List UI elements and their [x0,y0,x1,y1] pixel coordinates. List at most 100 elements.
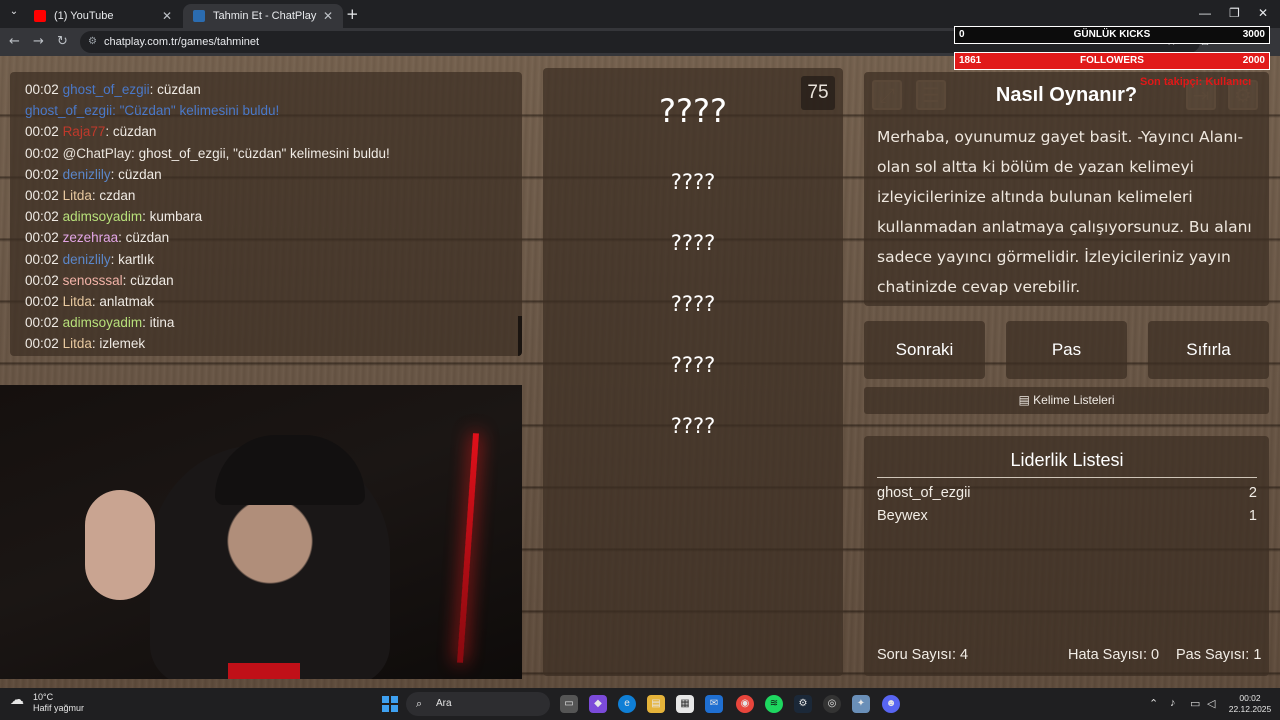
spotify-icon[interactable]: ≋ [765,695,783,713]
file-explorer-icon[interactable]: ▤ [647,695,665,713]
player-name: Beywex [877,508,928,524]
clock[interactable]: 00:02 22.12.2025 [1226,693,1274,715]
window-close-icon[interactable]: ✕ [1258,6,1268,20]
chat-message: 00:02 Raja77: cüzdan [25,124,507,145]
reload-icon[interactable]: ↻ [57,34,68,49]
obs-icon[interactable]: ◎ [823,695,841,713]
weather-temp: 10°C [33,692,54,702]
discord-icon[interactable]: ☻ [882,695,900,713]
back-icon[interactable]: ← [9,34,20,49]
chat-text: kartlık [118,251,155,267]
reset-button[interactable]: Sıfırla [1148,321,1269,379]
pass-button[interactable]: Pas [1006,321,1127,379]
chat-time: 00:02 [25,230,59,246]
how-to-play-title: Nasıl Oynanır? [995,84,1138,106]
store-icon[interactable]: ▦ [676,695,694,713]
chat-message: 00:02 denizlily: cüzdan [25,167,507,188]
youtube-icon [34,10,46,22]
chat-time: 00:02 [25,272,59,288]
streamer-hand [85,490,155,600]
pass-count-label: Pas Sayısı: [1176,647,1250,663]
chat-separator: : [142,315,146,331]
steam-icon[interactable]: ⚙ [794,695,812,713]
tab-youtube[interactable]: (1) YouTube ✕ [24,4,182,28]
chat-time: 00:02 [25,166,59,182]
word-lists-button[interactable]: ▤ Kelime Listeleri [864,387,1269,414]
close-icon[interactable]: ✕ [323,9,333,23]
fullscreen-icon[interactable]: ⤢ [872,80,902,110]
chrome-icon[interactable]: ◉ [736,695,754,713]
edge-icon[interactable]: e [618,695,636,713]
chat-username[interactable]: Raja77 [63,124,106,139]
chat-username[interactable]: ghost_of_ezgii: [25,103,116,118]
new-tab-icon[interactable]: + [346,5,359,23]
display-icon[interactable]: ▭ [1190,697,1200,710]
tab-bar: ⌄ (1) YouTube ✕ Tahmin Et - ChatPlay ✕ +… [0,0,1280,28]
restore-icon[interactable]: ❐ [1229,6,1240,20]
chat-text: cüzdan [130,272,174,288]
chat-separator: : [131,145,135,161]
volume-icon[interactable]: ◁ [1207,697,1215,710]
chat-time: 00:02 [25,124,59,140]
chat-username[interactable]: @ChatPlay [63,146,131,161]
chat-username[interactable]: Litda [63,336,92,351]
chat-message: 00:02 zezehraa: cüzdan [25,230,507,251]
mail-icon[interactable]: ✉ [705,695,723,713]
minimize-icon[interactable]: — [1199,6,1211,20]
notes-icon[interactable]: ☰ [916,80,946,110]
chat-message: ghost_of_ezgii: "Cüzdan" kelimesini buld… [25,103,507,124]
chat-username[interactable]: Litda [63,188,92,203]
chat-scrollbar[interactable] [518,316,522,356]
chat-separator: : [122,272,127,288]
chat-username[interactable]: adimsoyadim [63,209,143,224]
tab-title: Tahmin Et - ChatPlay [213,10,317,22]
kicks-label: GÜNLÜK KICKS [1073,29,1151,40]
how-to-play-panel: ⤢ ☰ Nasıl Oynanır? ⇥ ⚙ Merhaba, oyunumuz… [864,72,1269,306]
start-icon[interactable] [382,696,398,712]
chat-username[interactable]: denizlily [63,167,111,182]
chat-username[interactable]: zezehraa [63,230,119,245]
chat-message: 00:02 ghost_of_ezgii: cüzdan [25,82,507,103]
leaderboard-row: Beywex 1 [877,508,1257,524]
chat-message: 00:02 @ChatPlay: ghost_of_ezgii, "cüzdan… [25,146,507,167]
chat-time: 00:02 [25,82,59,97]
pass-count: Pas Sayısı: 1 [1176,647,1261,663]
tab-search-icon[interactable]: ⌄ [6,6,22,22]
clock-time: 00:02 [1239,693,1261,703]
chat-separator: : [91,336,96,352]
tab-chatplay[interactable]: Tahmin Et - ChatPlay ✕ [183,4,343,28]
chat-text: cüzdan [118,166,162,182]
webcam-image [0,385,522,679]
microphone-icon[interactable]: ♪ [1170,697,1176,709]
error-count-value: 0 [1151,647,1160,663]
taskbar-search[interactable]: ⌕ Ara [406,692,550,716]
chat-username[interactable]: Litda [63,294,92,309]
chat-time: 00:02 [25,251,59,267]
close-icon[interactable]: ✕ [162,9,172,23]
chat-username[interactable]: ghost_of_ezgii [63,82,150,97]
chat-panel: 00:02 ghost_of_ezgii: cüzdan ghost_of_ezg… [10,72,522,356]
site-info-icon[interactable]: ⚙ [88,31,97,53]
chat-username[interactable]: denizlily [63,252,111,267]
next-button[interactable]: Sonraki [864,321,985,379]
copilot-icon[interactable]: ◆ [589,695,607,713]
chat-text: cüzdan [157,82,201,97]
player-name: ghost_of_ezgii [877,485,971,501]
tray-expand-icon[interactable]: ⌃ [1149,697,1158,710]
main-word: ???? [659,92,727,130]
forward-icon[interactable]: → [33,34,44,49]
how-to-play-text: Merhaba, oyunumuz gayet basit. -Yayıncı … [877,128,1252,296]
last-follower-text: Son takipçi: Kullanıcı [1140,76,1252,88]
hint-word: ???? [670,231,716,255]
app-icon[interactable]: ✦ [852,695,870,713]
task-view-icon[interactable]: ▭ [560,695,578,713]
chat-text: izlemek [99,336,146,352]
chat-username[interactable]: senosssal [63,273,123,288]
word-column: ???? ???? ???? ???? ???? ???? [543,68,843,676]
chat-separator: : [149,82,154,97]
chat-message: 00:02 adimsoyadim: itina [25,315,507,336]
url-text: chatplay.com.tr/games/tahminet [104,36,260,48]
daily-kicks-bar: 0 GÜNLÜK KICKS 3000 [954,26,1270,44]
chat-username[interactable]: adimsoyadim [63,315,143,330]
question-count-value: 4 [960,647,969,663]
